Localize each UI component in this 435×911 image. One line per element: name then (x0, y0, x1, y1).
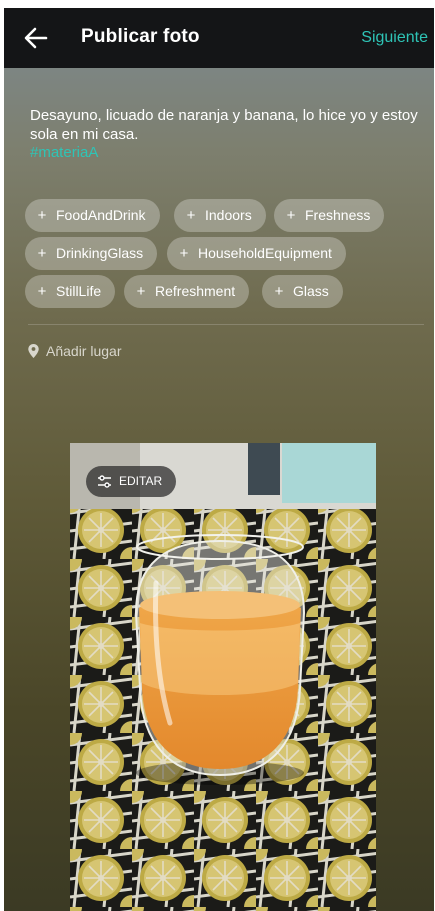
plus-icon: + (179, 245, 189, 262)
hashtag-link[interactable]: #materiaA (30, 144, 98, 161)
divider (28, 324, 424, 325)
plus-icon: + (37, 245, 47, 262)
tag-chip-drinkingglass[interactable]: + DrinkingGlass (25, 237, 158, 270)
tag-label: DrinkingGlass (56, 245, 144, 261)
tag-label: Refreshment (155, 283, 236, 299)
tag-chip-stilllife[interactable]: + StillLife (25, 275, 116, 308)
plus-icon: + (274, 283, 284, 300)
tag-chip-refreshment[interactable]: + Refreshment (124, 275, 250, 308)
photo-image (70, 443, 376, 911)
tag-label: HouseholdEquipment (198, 245, 332, 261)
tag-chip-householdequipment[interactable]: + HouseholdEquipment (167, 237, 346, 270)
page-title: Publicar foto (81, 26, 200, 47)
add-location-button[interactable]: Añadir lugar (28, 340, 122, 362)
edit-photo-button[interactable]: EDITAR (86, 466, 177, 497)
top-bar: Publicar foto Siguiente (4, 8, 434, 68)
tag-label: Glass (293, 283, 329, 299)
post-photo-screen: Publicar foto Siguiente Desayuno, licuad… (4, 8, 434, 911)
next-button[interactable]: Siguiente (361, 29, 428, 47)
add-location-label: Añadir lugar (46, 343, 122, 359)
plus-icon: + (136, 283, 146, 300)
tag-chip-foodanddrink[interactable]: + FoodAndDrink (25, 199, 160, 232)
plus-icon: + (186, 207, 196, 224)
caption-input[interactable]: Desayuno, licuado de naranja y banana, l… (30, 106, 426, 144)
tag-chip-freshness[interactable]: + Freshness (274, 199, 385, 232)
map-pin-icon (28, 344, 39, 358)
tag-chip-glass[interactable]: + Glass (262, 275, 343, 308)
tag-label: Indoors (205, 207, 252, 223)
tag-label: StillLife (56, 283, 102, 299)
edit-label: EDITAR (119, 474, 163, 488)
tag-chip-indoors[interactable]: + Indoors (174, 199, 266, 232)
plus-icon: + (286, 207, 296, 224)
arrow-left-icon[interactable] (22, 24, 50, 52)
tag-label: FoodAndDrink (56, 207, 146, 223)
photo-preview[interactable]: EDITAR (70, 443, 376, 911)
plus-icon: + (37, 207, 47, 224)
sliders-icon (98, 475, 111, 488)
tag-label: Freshness (305, 207, 371, 223)
plus-icon: + (37, 283, 47, 300)
